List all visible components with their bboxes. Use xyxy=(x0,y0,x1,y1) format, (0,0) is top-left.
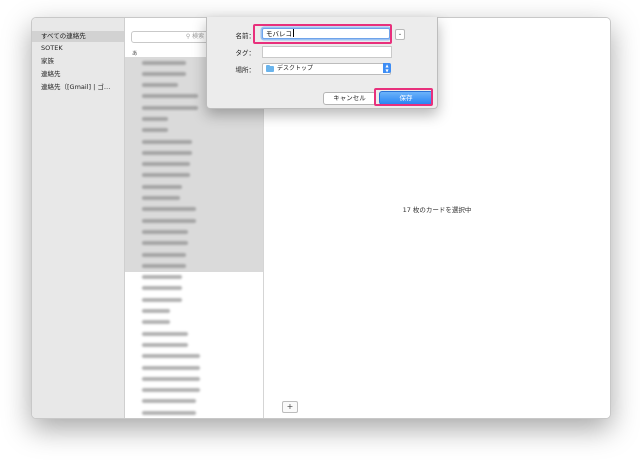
section-header: あ xyxy=(132,51,138,57)
contact-row[interactable] xyxy=(125,158,263,170)
contact-rows xyxy=(125,57,263,420)
sidebar-item-gmail-contacts[interactable]: 連絡先（[Gmail] | ゴ… xyxy=(32,82,124,93)
contact-name-redacted xyxy=(142,229,188,234)
contact-row[interactable] xyxy=(125,113,263,125)
contact-name-redacted xyxy=(142,399,196,404)
contact-name-redacted xyxy=(142,207,196,212)
contact-row[interactable] xyxy=(125,147,263,159)
chevron-down-icon: ⌄ xyxy=(397,31,403,37)
contact-name-redacted xyxy=(142,263,186,268)
name-field-highlight xyxy=(253,24,392,44)
contact-name-redacted xyxy=(142,105,198,110)
contact-name-redacted xyxy=(142,116,168,121)
search-placeholder: 検索 xyxy=(192,33,205,40)
contact-name-redacted xyxy=(142,196,180,201)
contact-row[interactable] xyxy=(125,317,263,328)
contact-name-redacted xyxy=(142,365,200,370)
cancel-button[interactable]: キャンセル xyxy=(323,92,376,105)
contact-name-redacted xyxy=(142,173,190,178)
sidebar-item-all-contacts[interactable]: すべての連絡先 xyxy=(32,31,124,42)
contact-row[interactable] xyxy=(125,181,263,193)
expand-dialog-button[interactable]: ⌄ xyxy=(395,29,405,40)
contact-name-redacted xyxy=(142,241,188,246)
contact-row[interactable] xyxy=(125,362,263,373)
save-button-highlight xyxy=(374,88,433,106)
contact-row[interactable] xyxy=(125,396,263,407)
contact-name-redacted xyxy=(142,388,200,393)
contact-name-redacted xyxy=(142,184,182,189)
contact-row[interactable] xyxy=(125,237,263,250)
contact-name-redacted xyxy=(142,60,186,65)
groups-sidebar: すべての連絡先 SOTEK 家族 連絡先 連絡先（[Gmail] | ゴ… xyxy=(32,18,125,418)
contact-name-redacted xyxy=(142,162,190,167)
contact-row[interactable] xyxy=(125,124,263,137)
tag-label: タグ： xyxy=(235,49,256,57)
contact-name-redacted xyxy=(142,218,196,223)
contact-row[interactable] xyxy=(125,328,263,339)
contact-name-redacted xyxy=(142,94,198,99)
contact-row[interactable] xyxy=(125,203,263,216)
search-icon: ⚲ xyxy=(185,33,191,40)
contact-name-redacted xyxy=(142,320,170,325)
contact-row[interactable] xyxy=(125,283,263,294)
contact-name-redacted xyxy=(142,71,186,76)
contact-row[interactable] xyxy=(125,192,263,204)
contact-name-redacted xyxy=(142,297,182,302)
contact-row[interactable] xyxy=(125,351,263,362)
contact-row[interactable] xyxy=(125,226,263,238)
contact-name-redacted xyxy=(142,354,200,359)
contact-name-redacted xyxy=(142,139,192,144)
contact-row[interactable] xyxy=(125,272,263,283)
contact-row[interactable] xyxy=(125,136,263,148)
location-label: 場所： xyxy=(235,66,256,74)
contact-row[interactable] xyxy=(125,373,263,384)
contact-name-redacted xyxy=(142,150,192,155)
contact-row[interactable] xyxy=(125,306,263,317)
contact-row[interactable] xyxy=(125,169,263,182)
location-select[interactable]: デスクトップ ▲ ▼ xyxy=(262,63,391,75)
contact-name-redacted xyxy=(142,128,168,133)
add-contact-button[interactable]: + xyxy=(282,401,298,413)
contact-name-redacted xyxy=(142,286,182,291)
tag-field[interactable] xyxy=(262,46,392,58)
updown-arrows-icon: ▲ ▼ xyxy=(383,63,391,73)
contact-row[interactable] xyxy=(125,249,263,261)
contact-row[interactable] xyxy=(125,294,263,305)
contact-name-redacted xyxy=(142,331,188,336)
contact-name-redacted xyxy=(142,252,186,257)
contact-row[interactable] xyxy=(125,419,263,420)
contact-row[interactable] xyxy=(125,260,263,272)
contact-row[interactable] xyxy=(125,215,263,227)
folder-icon xyxy=(266,64,274,72)
contact-name-redacted xyxy=(142,376,200,381)
sidebar-item-sotek[interactable]: SOTEK xyxy=(32,43,124,54)
contact-name-redacted xyxy=(142,342,188,347)
contact-name-redacted xyxy=(142,410,196,415)
contact-row[interactable] xyxy=(125,339,263,350)
contact-row[interactable] xyxy=(125,407,263,418)
contact-name-redacted xyxy=(142,275,182,280)
contact-row[interactable] xyxy=(125,385,263,396)
name-label: 名前： xyxy=(235,32,256,40)
location-value: デスクトップ xyxy=(277,65,314,72)
sidebar-item-family[interactable]: 家族 xyxy=(32,56,124,67)
selection-status: 17 枚のカードを選択中 xyxy=(402,206,472,214)
sidebar-item-contacts[interactable]: 連絡先 xyxy=(32,69,124,80)
contact-name-redacted xyxy=(142,309,170,314)
contact-name-redacted xyxy=(142,83,178,88)
